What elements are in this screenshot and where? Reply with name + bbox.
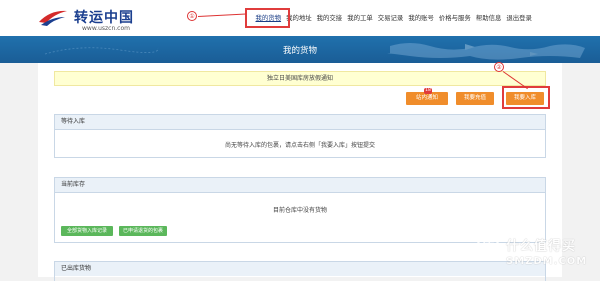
logo-url: www.uszcn.com [82,25,130,32]
shipped-panel-title: 已出库货物 [55,262,545,276]
watermark-line1: 什么值得买 [506,239,577,254]
recharge-button[interactable]: 我要充值 [456,92,494,105]
logo-text: 转运中国 [74,10,134,26]
current-stock-panel: 当前库存 目前仓库中没有货物 全部货物入库记录 已申请退货的包裹 [54,177,546,243]
nav-my-handover[interactable]: 我的交接 [314,13,345,23]
pending-empty-message: 尚无等待入库的包裹，请点击右侧「我要入库」按钮提交 [224,142,375,149]
nav-my-account[interactable]: 我的账号 [406,13,437,23]
nav-transactions[interactable]: 交易记录 [375,13,406,23]
pending-panel-title: 等待入库 [55,115,545,130]
nav-help[interactable]: 帮助信息 [473,13,504,23]
smzdm-logo-icon: 值 [476,236,500,260]
page-title: 我的货物 [282,46,317,56]
watermark-line2: SMZDM.COM [506,256,588,267]
inbox-count-badge: 18 [424,88,432,94]
smzdm-watermark: 值 什么值得买 SMZDM.COM [476,232,596,274]
pending-inbound-panel: 等待入库 尚无等待入库的包裹，请点击右侧「我要入库」按钮提交 [54,114,546,158]
annotation-marker-1: ① [187,11,197,21]
returned-packages-button[interactable]: 已申请退货的包裹 [119,226,167,236]
main-nav: 我的货物 我的地址 我的交接 我的工单 交易记录 我的账号 价格与服务 帮助信息… [253,13,534,23]
nav-pricing[interactable]: 价格与服务 [436,13,473,23]
page-banner: 我的货物 [0,36,600,63]
stock-empty-message: 目前仓库中没有货物 [272,207,327,214]
stock-panel-title: 当前库存 [55,178,545,193]
annotation-highlight-checkin [502,86,550,109]
annotation-highlight-nav [245,8,290,28]
shipped-goods-panel: 已出库货物 [54,261,546,281]
site-logo[interactable]: 转运中国 www.uszcn.com [36,4,146,32]
holiday-notice[interactable]: 独立日美国库房放假通知 [54,71,546,86]
nav-logout[interactable]: 退出登录 [504,13,535,23]
all-inbound-records-button[interactable]: 全部货物入库记录 [61,226,113,236]
nav-my-tickets[interactable]: 我的工单 [345,13,376,23]
logo-swoosh-icon [39,10,67,26]
site-header: 转运中国 www.uszcn.com 我的货物 我的地址 我的交接 我的工单 交… [0,0,600,36]
